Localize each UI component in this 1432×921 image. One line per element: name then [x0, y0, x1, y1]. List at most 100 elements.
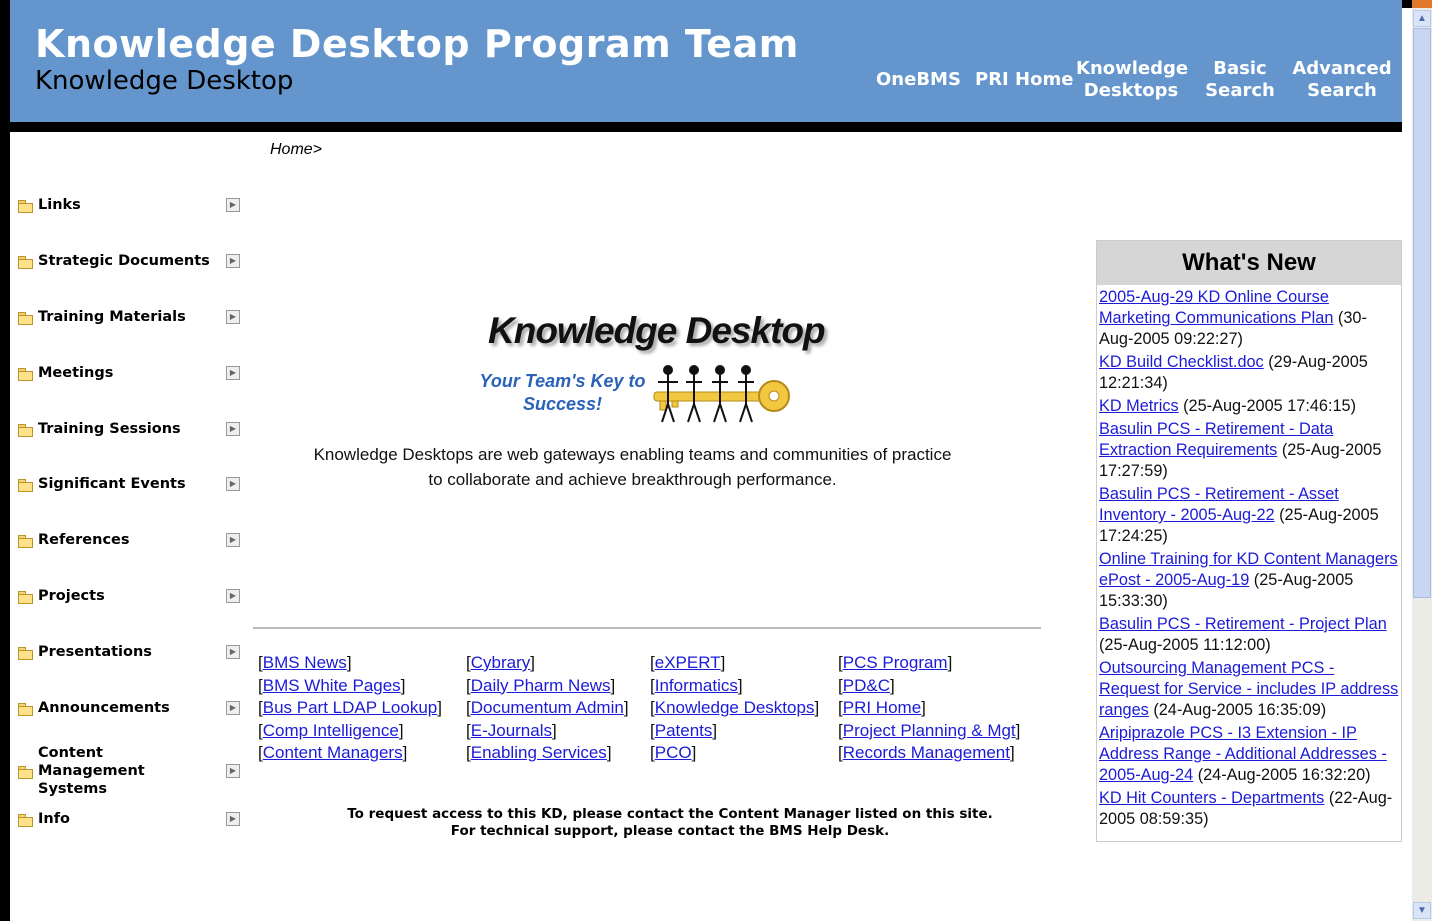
link-enabling-services[interactable]: Enabling Services	[471, 743, 607, 762]
quick-links-column-1: [BMS News] [BMS White Pages] [Bus Part L…	[258, 653, 442, 762]
link-project-planning-mgt[interactable]: Project Planning & Mgt	[843, 721, 1016, 740]
sidebar-item-label: Training Sessions	[38, 421, 181, 437]
access-note-line-2: For technical support, please contact th…	[450, 823, 890, 839]
folder-icon	[18, 702, 33, 716]
link-knowledge-desktops[interactable]: Knowledge Desktops	[655, 698, 815, 717]
nav-pri-home-link[interactable]: PRI Home	[975, 69, 1073, 91]
breadcrumb[interactable]: Home>	[270, 141, 322, 159]
link-expert[interactable]: eXPERT	[655, 653, 721, 672]
sidebar-item-significant-events[interactable]: Significant Events ▶	[18, 475, 243, 493]
expand-arrow-icon[interactable]: ▶	[226, 812, 240, 826]
link-comp-intelligence[interactable]: Comp Intelligence	[263, 721, 399, 740]
access-note-line-1: To request access to this KD, please con…	[347, 806, 993, 822]
sidebar-item-label: Meetings	[38, 365, 114, 381]
list-item: KD Hit Counters - Departments (22-Aug-20…	[1099, 788, 1399, 830]
list-item: Aripiprazole PCS - I3 Extension - IP Add…	[1099, 723, 1399, 786]
sidebar-item-links[interactable]: Links ▶	[18, 196, 243, 214]
intro-text: Knowledge Desktops are web gateways enab…	[313, 445, 952, 489]
sidebar-item-projects[interactable]: Projects ▶	[18, 587, 243, 605]
sidebar-item-content-management-systems[interactable]: Content Management Systems ▶	[18, 744, 243, 798]
sidebar-item-announcements[interactable]: Announcements ▶	[18, 699, 243, 717]
list-item: 2005-Aug-29 KD Online Course Marketing C…	[1099, 287, 1399, 350]
expand-arrow-icon[interactable]: ▶	[226, 589, 240, 603]
folder-icon	[18, 199, 33, 213]
sidebar-item-training-sessions[interactable]: Training Sessions ▶	[18, 420, 243, 438]
sidebar-item-presentations[interactable]: Presentations ▶	[18, 643, 243, 661]
link-content-managers[interactable]: Content Managers	[263, 743, 403, 762]
nav-basic-search-link[interactable]: Basic Search	[1200, 58, 1280, 102]
expand-arrow-icon[interactable]: ▶	[226, 701, 240, 715]
link-pri-home[interactable]: PRI Home	[843, 698, 921, 717]
expand-arrow-icon[interactable]: ▶	[226, 422, 240, 436]
expand-arrow-icon[interactable]: ▶	[226, 764, 240, 778]
team-key-icon	[653, 365, 790, 423]
expand-arrow-icon[interactable]: ▶	[226, 310, 240, 324]
logo-title: Knowledge Desktop	[488, 310, 826, 351]
folder-icon	[18, 813, 33, 827]
quick-links-column-3: [eXPERT] [Informatics] [Knowledge Deskto…	[650, 653, 820, 762]
expand-arrow-icon[interactable]: ▶	[226, 366, 240, 380]
sidebar-item-training-materials[interactable]: Training Materials ▶	[18, 308, 243, 326]
link-bms-white-pages[interactable]: BMS White Pages	[263, 676, 401, 695]
expand-arrow-icon[interactable]: ▶	[226, 645, 240, 659]
sidebar-item-info[interactable]: Info ▶	[18, 810, 243, 828]
whats-new-list: 2005-Aug-29 KD Online Course Marketing C…	[1097, 285, 1401, 830]
whats-new-link[interactable]: KD Hit Counters - Departments	[1099, 789, 1324, 807]
vertical-scrollbar[interactable]: ▲ ▼	[1412, 8, 1432, 921]
expand-arrow-icon[interactable]: ▶	[226, 477, 240, 491]
content-divider	[253, 627, 1041, 629]
expand-arrow-icon[interactable]: ▶	[226, 533, 240, 547]
scroll-down-arrow-icon[interactable]: ▼	[1413, 902, 1431, 919]
link-patents[interactable]: Patents	[655, 721, 713, 740]
whats-new-link[interactable]: Basulin PCS - Retirement - Project Plan	[1099, 615, 1387, 633]
list-item: Online Training for KD Content Managers …	[1099, 549, 1399, 612]
whats-new-link[interactable]: KD Metrics	[1099, 397, 1179, 415]
list-item: KD Metrics (25-Aug-2005 17:46:15)	[1099, 396, 1399, 417]
link-documentum-admin[interactable]: Documentum Admin	[471, 698, 624, 717]
link-bms-news[interactable]: BMS News	[263, 653, 347, 672]
sidebar-item-label: Projects	[38, 588, 105, 604]
link-pd-and-c[interactable]: PD&C	[843, 676, 890, 695]
scroll-up-arrow-icon[interactable]: ▲	[1413, 10, 1431, 27]
folder-icon	[18, 255, 33, 269]
link-records-management[interactable]: Records Management	[843, 743, 1010, 762]
expand-arrow-icon[interactable]: ▶	[226, 254, 240, 268]
sidebar-item-meetings[interactable]: Meetings ▶	[18, 364, 243, 382]
sidebar-item-strategic-documents[interactable]: Strategic Documents ▶	[18, 252, 243, 270]
expand-arrow-icon[interactable]: ▶	[226, 198, 240, 212]
list-item: Outsourcing Management PCS - Request for…	[1099, 658, 1399, 721]
nav-advanced-search-link[interactable]: Advanced Search	[1292, 58, 1392, 102]
whats-new-link[interactable]: KD Build Checklist.doc	[1099, 353, 1264, 371]
logo-tagline: Your Team's Key to Success!	[479, 371, 646, 414]
link-informatics[interactable]: Informatics	[655, 676, 738, 695]
sidebar-item-label: References	[38, 532, 130, 548]
whats-new-date: (25-Aug-2005 17:46:15)	[1183, 397, 1357, 415]
nav-knowledge-desktops-link[interactable]: Knowledge Desktops	[1076, 58, 1188, 102]
link-pcs-program[interactable]: PCS Program	[843, 653, 948, 672]
folder-icon	[18, 367, 33, 381]
sidebar-item-references[interactable]: References ▶	[18, 531, 243, 549]
link-cybrary[interactable]: Cybrary	[471, 653, 531, 672]
link-pco[interactable]: PCO	[655, 743, 692, 762]
list-item: Basulin PCS - Retirement - Data Extracti…	[1099, 419, 1399, 482]
link-daily-pharm-news[interactable]: Daily Pharm News	[471, 676, 611, 695]
folder-icon	[18, 590, 33, 604]
whats-new-date: (24-Aug-2005 16:35:09)	[1153, 701, 1327, 719]
sidebar-item-label: Significant Events	[38, 476, 186, 492]
folder-icon	[18, 534, 33, 548]
list-item: KD Build Checklist.doc (29-Aug-2005 12:2…	[1099, 352, 1399, 394]
list-item: Basulin PCS - Retirement - Asset Invento…	[1099, 484, 1399, 547]
whats-new-link[interactable]: 2005-Aug-29 KD Online Course Marketing C…	[1099, 288, 1333, 327]
nav-onebms-link[interactable]: OneBMS	[876, 69, 961, 91]
scrollbar-thumb[interactable]	[1413, 28, 1431, 598]
sidebar-item-label: Announcements	[38, 700, 170, 716]
list-item: Basulin PCS - Retirement - Project Plan …	[1099, 614, 1399, 656]
link-bus-part-ldap-lookup[interactable]: Bus Part LDAP Lookup	[263, 698, 438, 717]
link-e-journals[interactable]: E-Journals	[471, 721, 552, 740]
sidebar-item-label: Strategic Documents	[38, 253, 210, 269]
whats-new-title: What's New	[1097, 241, 1401, 285]
quick-links-column-2: [Cybrary] [Daily Pharm News] [Documentum…	[466, 653, 629, 762]
whats-new-date: (24-Aug-2005 16:32:20)	[1197, 766, 1371, 784]
header-divider	[10, 122, 1402, 132]
folder-icon	[18, 478, 33, 492]
